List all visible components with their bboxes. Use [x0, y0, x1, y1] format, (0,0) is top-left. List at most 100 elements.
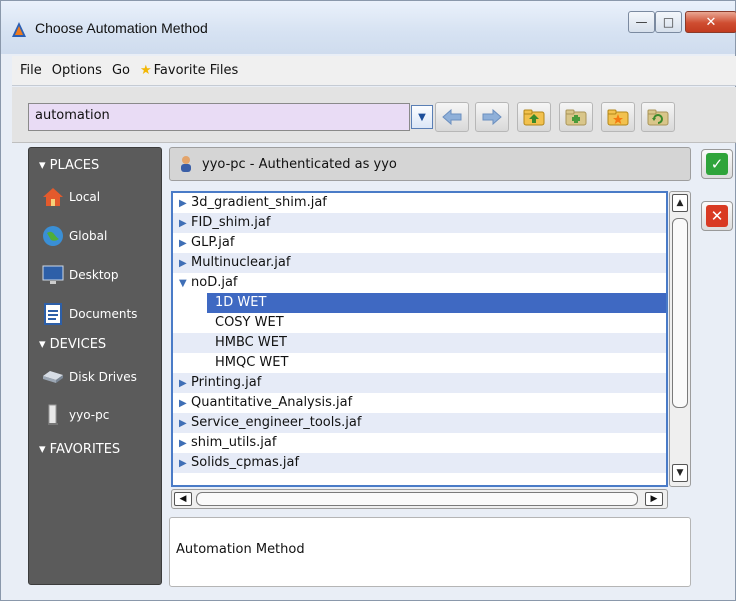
horizontal-scrollbar[interactable]: ◀ ▶ — [171, 489, 668, 509]
dialog-window: Choose Automation Method — □ ✕ File Opti… — [0, 0, 736, 601]
selection-highlight — [207, 293, 666, 313]
ok-button[interactable]: ✓ — [701, 149, 733, 179]
sidebar-item-documents[interactable]: Documents — [41, 299, 137, 329]
collapsed-triangle-icon[interactable]: ▶ — [179, 414, 187, 434]
back-arrow-icon — [442, 109, 462, 125]
minimize-icon: — — [635, 15, 648, 29]
sidebar-item-label: Documents — [69, 307, 138, 321]
tree-item-label: shim_utils.jaf — [191, 435, 277, 450]
collapsed-triangle-icon[interactable]: ▶ — [179, 254, 187, 274]
auth-status-bar: yyo-pc - Authenticated as yyo — [169, 147, 691, 181]
sidebar-item-label: Local — [69, 190, 101, 204]
expanded-triangle-icon[interactable]: ▼ — [179, 274, 187, 294]
maximize-button[interactable]: □ — [655, 11, 682, 33]
scroll-up-button[interactable]: ▲ — [672, 194, 688, 212]
collapsed-triangle-icon[interactable]: ▶ — [179, 434, 187, 454]
sidebar-item-yyo-pc[interactable]: yyo-pc — [41, 400, 109, 430]
monitor-icon — [41, 263, 65, 287]
triangle-down-icon: ▾ — [39, 158, 46, 173]
places-header[interactable]: ▾ PLACES — [39, 158, 99, 173]
sidebar-item-global[interactable]: Global — [41, 221, 107, 251]
folder-refresh-button[interactable] — [641, 102, 675, 132]
sidebar-item-desktop[interactable]: Desktop — [41, 260, 119, 290]
menu-go[interactable]: Go — [107, 63, 135, 78]
close-icon: ✕ — [705, 14, 717, 30]
folder-refresh-icon — [647, 109, 669, 126]
horizontal-scroll-thumb[interactable] — [196, 492, 638, 506]
triangle-down-icon: ▾ — [39, 337, 46, 352]
collapsed-triangle-icon[interactable]: ▶ — [179, 394, 187, 414]
tree-item-label: Multinuclear.jaf — [191, 255, 291, 270]
triangle-right-icon: ▶ — [650, 494, 658, 504]
folder-new-button[interactable] — [559, 102, 593, 132]
cancel-button[interactable]: ✕ — [701, 201, 733, 231]
tree-file-item[interactable]: ▶ Solids_cpmas.jaf — [173, 453, 666, 473]
close-x-icon: ✕ — [706, 205, 728, 227]
location-combo[interactable]: automation — [28, 103, 410, 131]
devices-header[interactable]: ▾ DEVICES — [39, 337, 106, 352]
folder-new-icon — [565, 109, 587, 126]
folder-favorite-icon — [607, 109, 629, 126]
sidebar-item-label: Global — [69, 229, 108, 243]
folder-up-icon — [523, 109, 545, 126]
scroll-left-button[interactable]: ◀ — [174, 492, 192, 506]
favorites-header[interactable]: ▾ FAVORITES — [39, 442, 120, 457]
scroll-right-button[interactable]: ▶ — [645, 492, 663, 506]
tree-file-item[interactable]: ▶ Quantitative_Analysis.jaf — [173, 393, 666, 413]
tree-item-label: Service_engineer_tools.jaf — [191, 415, 362, 430]
minimize-button[interactable]: — — [628, 11, 655, 33]
triangle-left-icon: ◀ — [179, 494, 187, 504]
star-icon: ★ — [139, 63, 152, 78]
tree-item-label: Printing.jaf — [191, 375, 262, 390]
collapsed-triangle-icon[interactable]: ▶ — [179, 374, 187, 394]
tree-item-label: HMQC WET — [215, 355, 289, 370]
document-icon — [41, 302, 65, 326]
user-icon — [181, 156, 191, 172]
sidebar-item-local[interactable]: Local — [41, 182, 100, 212]
vertical-scroll-thumb[interactable] — [672, 218, 688, 408]
computer-tower-icon — [41, 403, 65, 427]
sidebar: ▾ PLACES Local Global Desktop Documents … — [28, 147, 162, 585]
tree-item-label: 1D WET — [215, 295, 267, 310]
tree-file-item[interactable]: ▶ 3d_gradient_shim.jaf — [173, 193, 666, 213]
collapsed-triangle-icon[interactable]: ▶ — [179, 234, 187, 254]
tree-file-item[interactable]: ▶ Multinuclear.jaf — [173, 253, 666, 273]
collapsed-triangle-icon[interactable]: ▶ — [179, 214, 187, 234]
maximize-icon: □ — [662, 15, 675, 29]
menu-favorite-files[interactable]: ★ Favorite Files — [135, 63, 243, 78]
tree-child-item[interactable]: COSY WET — [173, 313, 666, 333]
tree-child-item[interactable]: HMBC WET — [173, 333, 666, 353]
tree-file-item[interactable]: ▼ noD.jaf — [173, 273, 666, 293]
vertical-scrollbar[interactable]: ▲ ▼ — [669, 191, 691, 487]
folder-favorite-button[interactable] — [601, 102, 635, 132]
tree-child-item[interactable]: HMQC WET — [173, 353, 666, 373]
sidebar-item-disk-drives[interactable]: Disk Drives — [41, 362, 137, 392]
tree-item-label: COSY WET — [215, 315, 284, 330]
scroll-down-button[interactable]: ▼ — [672, 464, 688, 482]
tree-item-label: HMBC WET — [215, 335, 287, 350]
tree-file-item[interactable]: ▶ Service_engineer_tools.jaf — [173, 413, 666, 433]
collapsed-triangle-icon[interactable]: ▶ — [179, 194, 187, 214]
tree-item-label: 3d_gradient_shim.jaf — [191, 195, 327, 210]
places-header-label: PLACES — [49, 158, 100, 173]
menu-file[interactable]: File — [12, 63, 47, 78]
collapsed-triangle-icon[interactable]: ▶ — [179, 454, 187, 474]
menu-options[interactable]: Options — [47, 63, 107, 78]
tree-file-item[interactable]: ▶ shim_utils.jaf — [173, 433, 666, 453]
triangle-up-icon: ▲ — [676, 198, 684, 208]
forward-button[interactable] — [475, 102, 509, 132]
tree-child-item[interactable]: 1D WET — [173, 293, 666, 313]
checkmark-icon: ✓ — [706, 153, 728, 175]
tree-item-label: FID_shim.jaf — [191, 215, 271, 230]
back-button[interactable] — [435, 102, 469, 132]
folder-up-button[interactable] — [517, 102, 551, 132]
menu-bar: File Options Go ★ Favorite Files — [12, 56, 736, 86]
method-tree[interactable]: ▶ 3d_gradient_shim.jaf ▶ FID_shim.jaf ▶ GLP.j… — [171, 191, 668, 487]
combo-dropdown-button[interactable]: ▼ — [411, 105, 433, 129]
close-button[interactable]: ✕ — [685, 11, 736, 33]
sidebar-item-label: Desktop — [69, 268, 119, 282]
tree-file-item[interactable]: ▶ GLP.jaf — [173, 233, 666, 253]
tree-file-item[interactable]: ▶ Printing.jaf — [173, 373, 666, 393]
tree-item-label: GLP.jaf — [191, 235, 235, 250]
tree-file-item[interactable]: ▶ FID_shim.jaf — [173, 213, 666, 233]
